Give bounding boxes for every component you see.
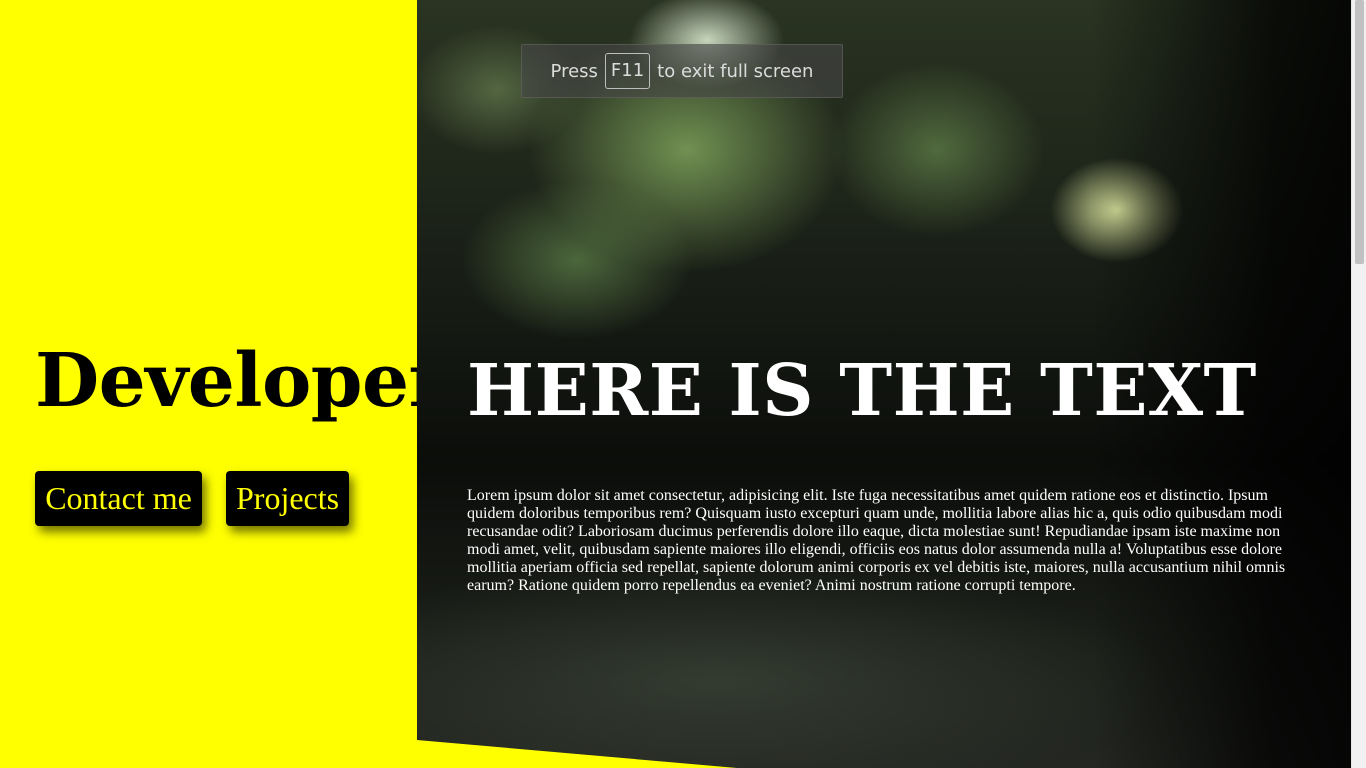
contact-me-button[interactable]: Contact me (35, 471, 202, 526)
scrollbar-thumb[interactable] (1355, 0, 1364, 264)
vertical-scrollbar[interactable] (1351, 0, 1366, 768)
fullscreen-notice-suffix: to exit full screen (657, 60, 814, 82)
fullscreen-notice-prefix: Press (550, 60, 598, 82)
projects-button[interactable]: Projects (226, 471, 349, 526)
hero-section: HERE IS THE TEXT Lorem ipsum dolor sit a… (417, 0, 1351, 768)
page: Developer Contact me Projects HERE IS TH… (0, 0, 1366, 768)
fullscreen-notice: Press F11 to exit full screen (521, 44, 843, 98)
brand-title: Developer (35, 338, 448, 424)
hero-body-text: Lorem ipsum dolor sit amet consectetur, … (467, 487, 1286, 594)
hero-heading: HERE IS THE TEXT (467, 348, 1257, 432)
left-panel: Developer Contact me Projects (0, 0, 448, 768)
f11-key-label: F11 (604, 53, 651, 89)
